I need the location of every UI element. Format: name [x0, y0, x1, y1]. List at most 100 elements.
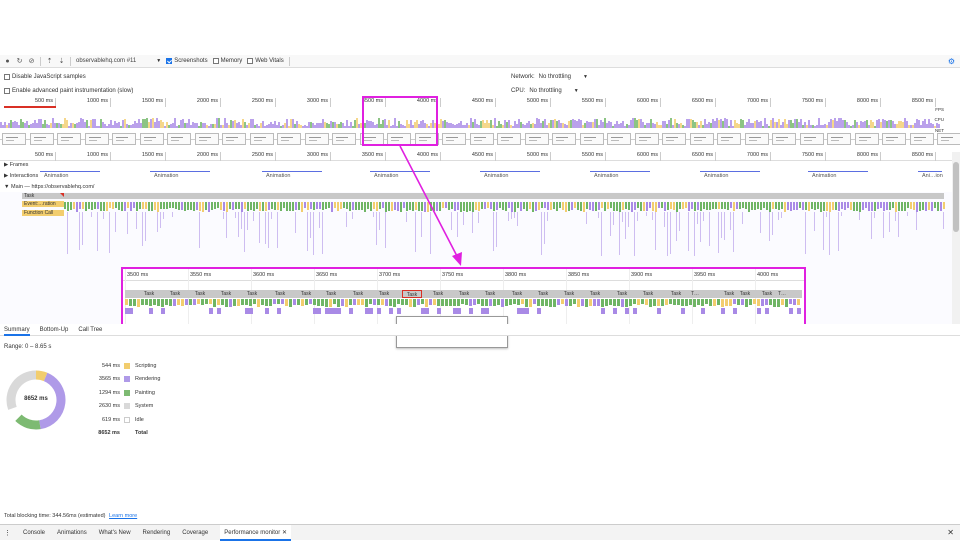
record-icon[interactable]: ●	[4, 58, 11, 65]
drawer-tab-console[interactable]: Console	[23, 525, 45, 541]
flame-event	[139, 202, 141, 209]
flame-event	[760, 212, 761, 233]
flame-event	[733, 202, 735, 211]
zoom-event	[561, 299, 564, 305]
drawer-tab-whats-new[interactable]: What's New	[99, 525, 131, 541]
flame-event	[67, 212, 68, 255]
scrollbar-thumb[interactable]	[953, 162, 959, 232]
flame-event	[742, 202, 744, 209]
zoom-task-block[interactable]: Task	[402, 290, 422, 298]
clear-icon[interactable]: ⊘	[28, 58, 35, 65]
zoom-task-block[interactable]: Task	[321, 290, 341, 298]
flame-event	[340, 202, 342, 210]
close-drawer-icon[interactable]: ✕	[947, 528, 954, 537]
zoom-task-block[interactable]: T…k	[690, 290, 700, 298]
network-throttle[interactable]: Network: No throttling ▼	[511, 74, 588, 80]
flame-event	[886, 202, 888, 211]
axis-gridline	[770, 98, 771, 107]
event-block[interactable]: Event:…ration	[22, 201, 64, 207]
zoom-task-block[interactable]: Task	[454, 290, 474, 298]
reload-record-icon[interactable]: ↻	[16, 58, 23, 65]
zoom-event	[517, 299, 520, 305]
zoom-task-block[interactable]: Task	[480, 290, 500, 298]
zoom-task-block[interactable]: Task	[139, 290, 159, 298]
upload-icon[interactable]: ⇡	[46, 58, 53, 65]
thumbnail-content	[33, 140, 42, 141]
zoom-task-block[interactable]: Task	[585, 290, 605, 298]
zoom-event	[165, 299, 168, 306]
zoom-task-block[interactable]: Task	[216, 290, 236, 298]
zoom-task-block[interactable]: Task	[428, 290, 448, 298]
memory-checkbox[interactable]: Memory	[212, 58, 242, 64]
axis-gridline	[660, 98, 661, 107]
flame-event	[316, 202, 318, 209]
zoom-task-block[interactable]: Task	[348, 290, 368, 298]
thumbnail-content	[831, 137, 843, 138]
flame-event	[517, 212, 518, 226]
chevron-down-icon: ▼	[573, 87, 579, 94]
zoom-task-block[interactable]: Task	[757, 290, 777, 298]
settings-gear-icon[interactable]: ⚙	[948, 57, 955, 66]
zoom-event	[169, 299, 172, 307]
drawer-tab-performance-monitor[interactable]: Performance monitor ✕	[220, 524, 291, 541]
interactions-track[interactable]: ▶ Interactions	[4, 173, 38, 179]
task-block[interactable]: Task	[22, 193, 64, 199]
flame-event	[763, 202, 765, 209]
function-call-block[interactable]: Function Call	[22, 210, 64, 216]
flame-scrollbar[interactable]	[952, 152, 960, 324]
screenshots-checkbox[interactable]: Screenshots	[166, 58, 208, 64]
zoom-task-block[interactable]: Task	[270, 290, 290, 298]
flame-event	[499, 202, 501, 209]
web-vitals-checkbox[interactable]: Web Vitals	[247, 58, 284, 64]
zoom-event	[173, 299, 176, 307]
flame-event	[373, 202, 375, 210]
zoom-task-block[interactable]: Task	[374, 290, 394, 298]
main-thread-track[interactable]: ▼ Main — https://observablehq.com/	[4, 184, 94, 190]
drawer-tab-animations[interactable]: Animations	[57, 525, 87, 541]
recording-select[interactable]: observablehq.com #11 ▼	[76, 58, 161, 64]
zoom-event	[765, 299, 768, 305]
zoom-task-block[interactable]: Task	[296, 290, 316, 298]
zoom-event	[625, 308, 629, 314]
flame-event	[670, 202, 672, 210]
zoom-task-block[interactable]: Task	[242, 290, 262, 298]
flame-event	[697, 202, 699, 210]
zoom-task-block[interactable]: Task	[666, 290, 686, 298]
flame-event	[613, 212, 614, 225]
tab-call-tree[interactable]: Call Tree	[78, 324, 102, 336]
zoom-event	[253, 299, 256, 305]
close-tab-icon[interactable]: ✕	[282, 530, 287, 536]
advanced-paint-checkbox[interactable]: Enable advanced paint instrumentation (s…	[4, 87, 133, 94]
axis-tick-label: 2000 ms	[196, 152, 218, 158]
download-icon[interactable]: ⇣	[58, 58, 65, 65]
zoom-task-block[interactable]: Task	[559, 290, 579, 298]
zoom-task-block[interactable]: Task	[612, 290, 632, 298]
disable-js-samples-checkbox[interactable]: Disable JavaScript samples	[4, 73, 86, 80]
zoom-task-block[interactable]: Task	[165, 290, 185, 298]
selection-marker	[4, 106, 56, 108]
drawer-tab-coverage[interactable]: Coverage	[182, 525, 208, 541]
learn-more-link[interactable]: Learn more	[109, 513, 137, 519]
zoom-task-block[interactable]: Task	[735, 290, 755, 298]
flame-event	[463, 212, 464, 226]
tab-summary[interactable]: Summary	[4, 324, 30, 336]
tab-bottom-up[interactable]: Bottom-Up	[40, 324, 69, 336]
axis-tick-label: 8000 ms	[856, 98, 878, 104]
drawer-tab-rendering[interactable]: Rendering	[143, 525, 171, 541]
flame-event	[784, 202, 786, 212]
zoom-event	[381, 299, 384, 306]
cpu-throttle[interactable]: CPU: No throttling ▼	[511, 88, 579, 94]
flame-event	[382, 202, 384, 209]
frames-track[interactable]: ▶ Frames	[4, 162, 28, 168]
zoom-task-block[interactable]: T…k	[777, 290, 787, 298]
zoom-task-block[interactable]: Task	[190, 290, 210, 298]
zoom-task-block[interactable]: Task	[638, 290, 658, 298]
zoom-task-block[interactable]: Task	[507, 290, 527, 298]
drawer-menu-icon[interactable]: ⋮	[4, 529, 11, 537]
animation-label: Ani…ion	[922, 173, 943, 179]
performance-toolbar: ● ↻ ⊘ ⇡ ⇣ observablehq.com #11 ▼ Screens…	[0, 55, 960, 68]
screenshot-thumbnail	[249, 133, 274, 145]
zoom-task-block[interactable]: Task	[533, 290, 553, 298]
flame-event	[409, 202, 411, 210]
zoom-event	[397, 308, 401, 314]
